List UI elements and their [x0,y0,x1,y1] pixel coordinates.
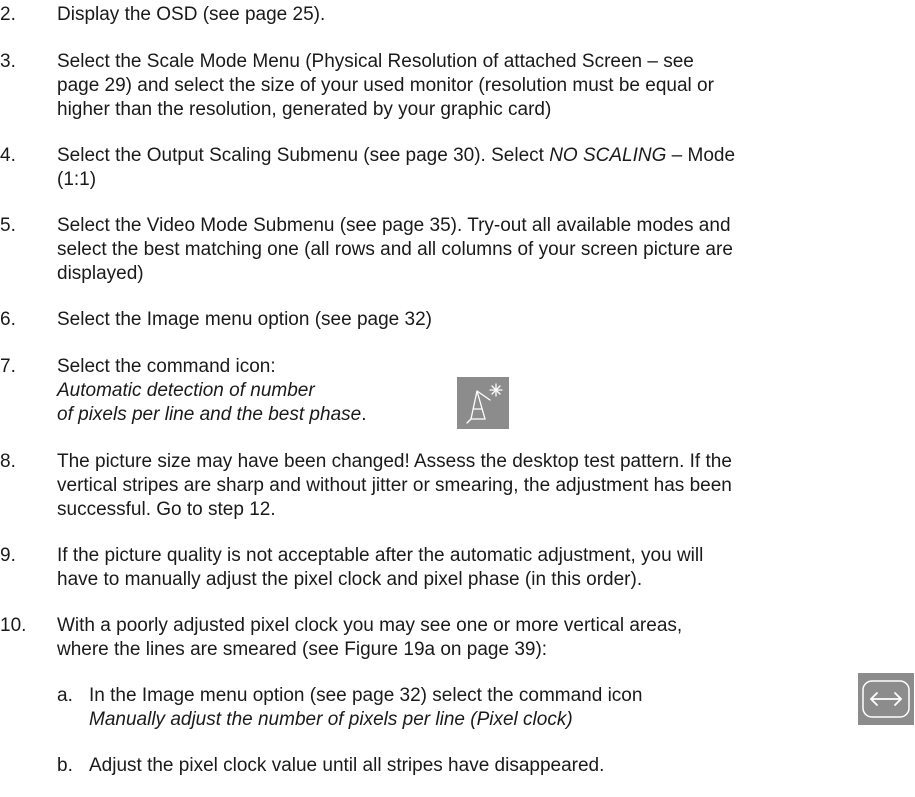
step-text: Select the Scale Mode Menu (Physical Res… [57,51,714,120]
no-scaling-term: NO SCALING [549,145,667,166]
step-text: With a poorly adjusted pixel clock you m… [57,615,683,660]
step-text: If the picture quality is not acceptable… [57,545,704,590]
pixel-clock-arrows-icon [858,673,914,725]
step-text: Select the Image menu option (see page 3… [57,309,432,330]
substep-text: Adjust the pixel clock value until all s… [89,755,605,776]
substep-letter: a. [57,685,73,706]
step-number: 7. [0,356,16,377]
step-number: 2. [0,4,16,25]
step-number: 4. [0,145,16,166]
step-text: The picture size may have been changed! … [57,451,732,520]
step-number: 10. [0,615,27,636]
step-number: 6. [0,309,16,330]
step-number: 3. [0,51,16,72]
auto-detect-icon [457,377,509,429]
step-text: Select the Video Mode Submenu (see page … [57,215,733,284]
substep-text: In the Image menu option (see page 32) s… [89,685,643,730]
step-number: 8. [0,451,16,472]
step-number: 5. [0,215,16,236]
step-text: Select the Output Scaling Submenu (see p… [57,145,736,190]
step-text: Display the OSD (see page 25). [57,4,326,25]
step-number: 9. [0,545,16,566]
substep-letter: b. [57,755,73,776]
